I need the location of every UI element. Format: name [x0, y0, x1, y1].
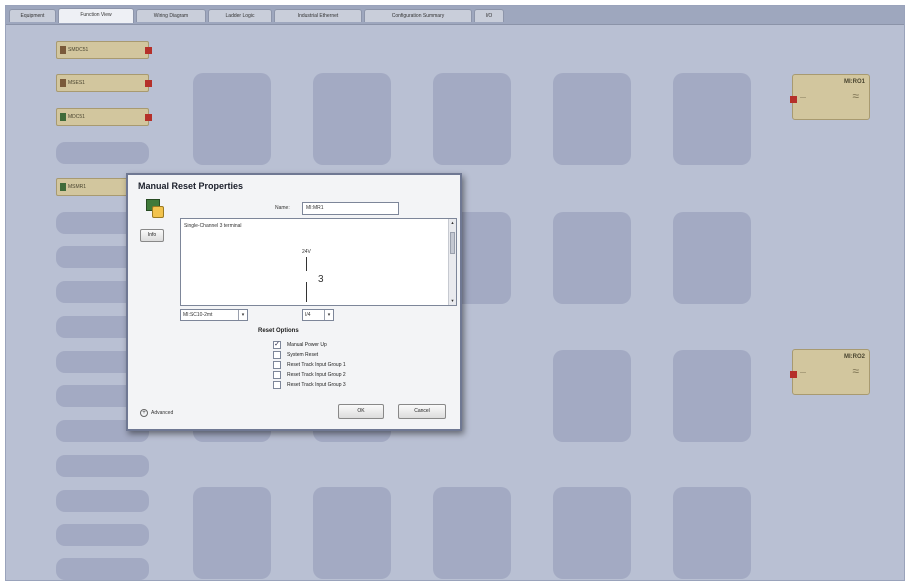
- logic-slot[interactable]: [433, 487, 511, 579]
- ok-button[interactable]: OK: [338, 404, 384, 419]
- cancel-button[interactable]: Cancel: [398, 404, 446, 419]
- name-input[interactable]: MI:MR1: [302, 202, 399, 215]
- device-icon: [60, 79, 66, 87]
- wire-line: [306, 257, 307, 271]
- checkbox[interactable]: [273, 351, 281, 359]
- chevron-down-icon[interactable]: ▾: [324, 310, 333, 320]
- input-pin[interactable]: [790, 371, 797, 378]
- checkbox[interactable]: [273, 381, 281, 389]
- output-block[interactable]: — MI:RO2 ≈: [790, 349, 870, 395]
- output-block[interactable]: — MI:RO1 ≈: [790, 74, 870, 120]
- tab-io[interactable]: I/O: [474, 9, 504, 22]
- tab-ladder-logic[interactable]: Ladder Logic: [208, 9, 272, 22]
- tab-function-view[interactable]: Function View: [58, 8, 134, 23]
- reset-options-heading: Reset Options: [258, 328, 299, 334]
- empty-input-slot[interactable]: [56, 490, 149, 512]
- io-select[interactable]: I/4 ▾: [302, 309, 334, 321]
- output-pin[interactable]: [145, 80, 152, 87]
- input-pin[interactable]: [790, 96, 797, 103]
- manual-reset-icon: [146, 199, 164, 218]
- output-pin[interactable]: [145, 47, 152, 54]
- connector-icon: —: [800, 370, 806, 376]
- tab-equipment[interactable]: Equipment: [9, 9, 56, 22]
- empty-input-slot[interactable]: [56, 142, 149, 164]
- relay-output-icon: ≈: [852, 364, 859, 378]
- tab-configuration-summary[interactable]: Configuration Summary: [364, 9, 472, 22]
- logic-slot[interactable]: [673, 350, 751, 442]
- checkbox[interactable]: ✓: [273, 341, 281, 349]
- dialog-title: Manual Reset Properties: [138, 181, 244, 191]
- expand-icon[interactable]: +: [140, 409, 148, 417]
- chevron-down-icon[interactable]: ▾: [238, 310, 247, 320]
- checkbox[interactable]: [273, 371, 281, 379]
- relay-output-icon: ≈: [852, 89, 859, 103]
- logic-slot[interactable]: [193, 73, 271, 165]
- logic-slot[interactable]: [433, 73, 511, 165]
- preview-scrollbar[interactable]: ▲ ▼: [448, 219, 456, 305]
- checkbox[interactable]: [273, 361, 281, 369]
- connector-icon: —: [800, 95, 806, 101]
- terminal-preview: Single-Channel 3 terminal 24V 3 ▲ ▼: [180, 218, 457, 306]
- terminal-number: 3: [318, 274, 324, 285]
- info-button[interactable]: Info: [140, 229, 164, 242]
- input-block[interactable]: SMDC51: [56, 41, 152, 59]
- logic-slot[interactable]: [553, 212, 631, 304]
- tab-industrial-ethernet[interactable]: Industrial Ethernet: [274, 9, 362, 22]
- output-pin[interactable]: [145, 114, 152, 121]
- wire-line: [306, 282, 307, 302]
- logic-slot[interactable]: [673, 487, 751, 579]
- logic-slot[interactable]: [193, 487, 271, 579]
- empty-input-slot[interactable]: [56, 524, 149, 546]
- preview-description: Single-Channel 3 terminal: [184, 223, 242, 229]
- logic-slot[interactable]: [553, 350, 631, 442]
- terminal-select[interactable]: MI:SC10-2mt ▾: [180, 309, 248, 321]
- scroll-up-icon[interactable]: ▲: [450, 220, 455, 226]
- device-icon: [60, 46, 66, 54]
- input-block[interactable]: MSES1: [56, 74, 152, 92]
- scroll-down-icon[interactable]: ▼: [450, 298, 455, 304]
- empty-input-slot[interactable]: [56, 455, 149, 477]
- input-block[interactable]: MDC51: [56, 108, 152, 126]
- tab-wiring-diagram[interactable]: Wiring Diagram: [136, 9, 206, 22]
- logic-slot[interactable]: [313, 73, 391, 165]
- logic-slot[interactable]: [553, 487, 631, 579]
- logic-slot[interactable]: [313, 487, 391, 579]
- advanced-toggle[interactable]: Advanced: [151, 410, 173, 416]
- scroll-thumb[interactable]: [450, 232, 455, 254]
- manual-reset-properties-dialog: Manual Reset Properties Info Name: MI:MR…: [126, 173, 462, 431]
- logic-slot[interactable]: [673, 73, 751, 165]
- device-icon: [60, 183, 66, 191]
- empty-input-slot[interactable]: [56, 558, 149, 580]
- device-icon: [60, 113, 66, 121]
- voltage-label: 24V: [302, 249, 311, 255]
- tab-bar: Equipment Function View Wiring Diagram L…: [6, 6, 904, 25]
- name-label: Name:: [275, 205, 290, 211]
- logic-slot[interactable]: [553, 73, 631, 165]
- logic-slot[interactable]: [673, 212, 751, 304]
